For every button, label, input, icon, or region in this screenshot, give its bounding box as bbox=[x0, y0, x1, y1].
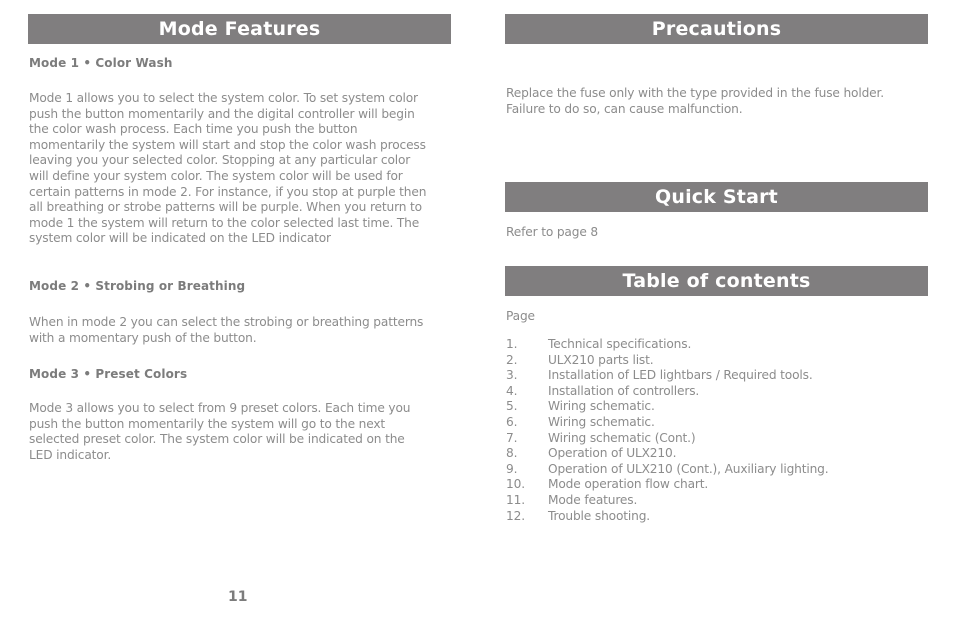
toc-item-number: 7. bbox=[506, 430, 518, 445]
mode-1-heading: Mode 1 • Color Wash bbox=[29, 56, 173, 70]
toc-item-label: Installation of LED lightbars / Required… bbox=[548, 368, 813, 383]
toc-item-number: 3. bbox=[506, 368, 518, 383]
toc-page-label: Page bbox=[506, 309, 535, 323]
toc-item-label: Mode operation flow chart. bbox=[548, 477, 709, 492]
toc-item-number: 11. bbox=[506, 492, 525, 507]
toc-item-number: 2. bbox=[506, 352, 518, 367]
toc-item-label: Wiring schematic. bbox=[548, 414, 655, 429]
toc-item-label: Wiring schematic. bbox=[548, 399, 655, 414]
toc-item-number: 8. bbox=[506, 446, 518, 461]
toc-item-number: 12. bbox=[506, 508, 525, 523]
toc-item-label: Installation of controllers. bbox=[548, 383, 700, 398]
page-number: 11 bbox=[228, 589, 248, 605]
mode-3-heading: Mode 3 • Preset Colors bbox=[29, 367, 188, 381]
mode-2-heading: Mode 2 • Strobing or Breathing bbox=[29, 279, 246, 293]
toc-item-label: Trouble shooting. bbox=[548, 508, 651, 523]
mode-1-description: Mode 1 allows you to select the system c… bbox=[29, 91, 427, 246]
toc-item-number: 4. bbox=[506, 383, 518, 398]
mode-2-description: When in mode 2 you can select the strobi… bbox=[29, 315, 424, 345]
toc-item-label: Wiring schematic (Cont.) bbox=[548, 430, 696, 445]
mode-features-header: Mode Features bbox=[28, 14, 451, 44]
table-of-contents-header: Table of contents bbox=[505, 266, 928, 296]
quick-start-text: Refer to page 8 bbox=[506, 225, 599, 239]
precautions-header: Precautions bbox=[505, 14, 928, 44]
mode-3-description: Mode 3 allows you to select from 9 prese… bbox=[29, 401, 411, 462]
toc-item-number: 10. bbox=[506, 477, 525, 492]
toc-item-number: 5. bbox=[506, 399, 518, 414]
precautions-text: Replace the fuse only with the type prov… bbox=[506, 86, 884, 116]
toc-item-label: Technical specifications. bbox=[548, 337, 692, 351]
toc-item-label: Mode features. bbox=[548, 492, 638, 507]
toc-item-label: ULX210 parts list. bbox=[548, 352, 654, 367]
toc-item-number: 9. bbox=[506, 461, 518, 476]
quick-start-header: Quick Start bbox=[505, 182, 928, 212]
toc-item-number: 6. bbox=[506, 414, 518, 429]
toc-item-label: Operation of ULX210 (Cont.), Auxiliary l… bbox=[548, 461, 829, 476]
toc-item-label: Operation of ULX210. bbox=[548, 446, 677, 461]
toc-item-number: 1. bbox=[506, 337, 518, 351]
